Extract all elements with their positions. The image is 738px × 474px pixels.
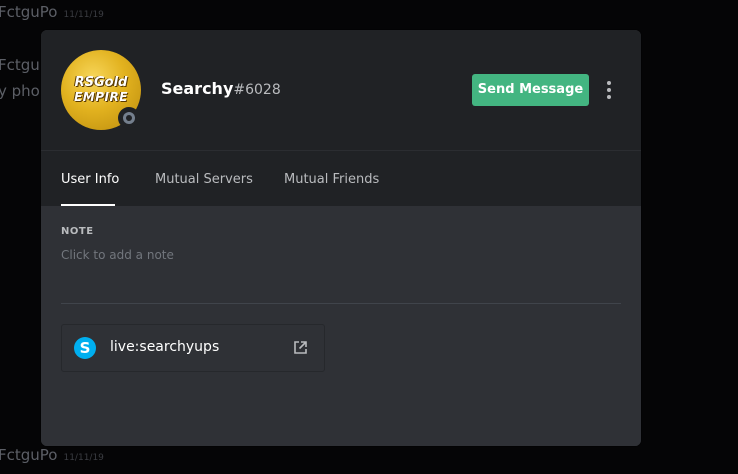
tab-mutual-friends[interactable]: Mutual Friends [284,172,379,187]
send-message-button[interactable]: Send Message [472,74,589,106]
username: Searchy [161,79,234,98]
external-link-icon[interactable] [292,340,308,356]
skype-icon: S [74,337,96,359]
connected-account-name: live:searchyups [110,339,220,355]
more-options-icon[interactable] [601,78,617,102]
divider [61,303,621,304]
background-message-author: FctguPo 11/11/19 [0,446,104,464]
profile-tabs: User Info Mutual Servers Mutual Friends [41,150,641,207]
user-info-panel: NOTE Click to add a note S live:searchyu… [41,206,641,446]
note-heading: NOTE [61,226,94,237]
user-tag: Searchy#6028 [161,79,281,98]
connected-account: S live:searchyups [61,324,325,372]
status-indicator [118,107,140,129]
user-profile-modal: RSGold EMPIRE Searchy#6028 Send Message … [41,30,641,446]
profile-header: RSGold EMPIRE Searchy#6028 Send Message [41,30,641,150]
offline-status-icon [123,112,135,124]
tab-mutual-servers[interactable]: Mutual Servers [155,172,253,187]
discriminator: #6028 [233,82,281,98]
note-input[interactable]: Click to add a note [61,248,174,262]
background-message-author: FctguPo 11/11/19 [0,3,104,21]
tab-user-info[interactable]: User Info [61,172,119,187]
avatar-logo: RSGold EMPIRE [74,75,128,105]
